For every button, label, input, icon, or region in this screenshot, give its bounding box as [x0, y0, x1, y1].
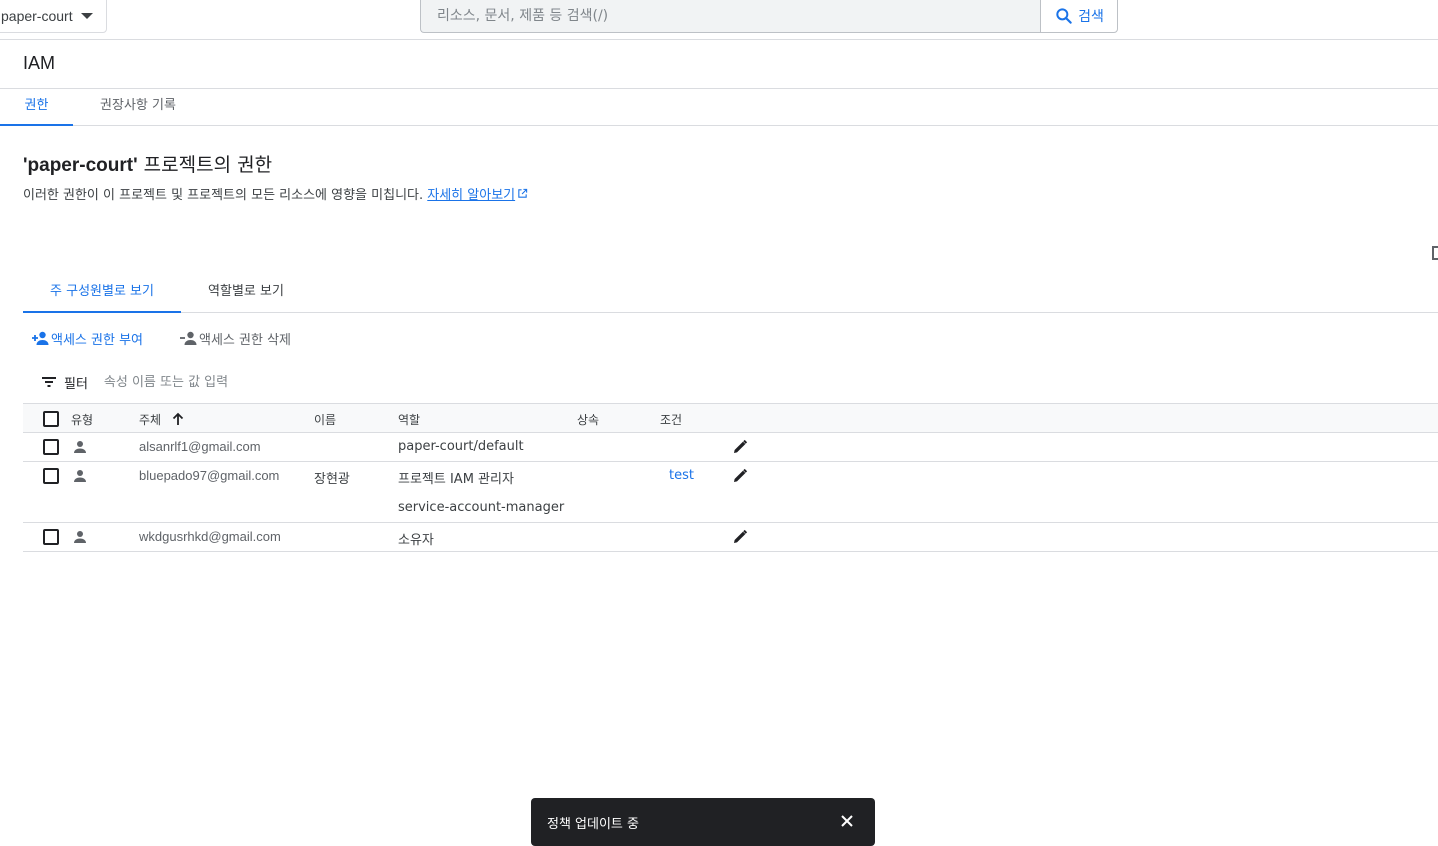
principal-email: bluepado97@gmail.com — [139, 468, 280, 483]
search-button-label: 검색 — [1078, 9, 1104, 25]
role: paper-court/default — [398, 439, 524, 454]
column-inheritance: 상속 — [577, 413, 600, 427]
column-role: 역할 — [398, 413, 421, 427]
snackbar: 정책 업데이트 중 — [531, 798, 875, 846]
page-title: IAM — [23, 53, 56, 73]
column-principal-label: 주체 — [139, 413, 162, 427]
search-box — [420, 0, 1041, 33]
column-principal[interactable]: 주체 — [139, 411, 185, 428]
grant-access-button[interactable]: 액세스 권한 부여 — [31, 326, 143, 350]
table-row: wkdgusrhkd@gmail.com 소유자 — [23, 523, 1438, 552]
row-checkbox[interactable] — [43, 439, 59, 455]
grant-access-label: 액세스 권한 부여 — [51, 332, 143, 348]
external-link-icon — [518, 188, 528, 198]
person-icon — [74, 531, 86, 543]
learn-more-label: 자세히 알아보기 — [427, 188, 516, 203]
tab-view-by-principal-label: 주 구성원별로 보기 — [50, 284, 154, 299]
principal-email: alsanrlf1@gmail.com — [139, 439, 261, 454]
section-title-suffix: 프로젝트의 권한 — [137, 154, 273, 176]
column-name: 이름 — [314, 413, 337, 427]
role: 프로젝트 IAM 관리자 — [398, 472, 514, 487]
main-tabs: 권한 권장사항 기록 — [0, 89, 1438, 126]
principal-name: 장현광 — [314, 472, 350, 487]
snackbar-message: 정책 업데이트 중 — [547, 816, 639, 832]
page-header: IAM — [0, 40, 1438, 89]
role: 소유자 — [398, 533, 434, 548]
caret-down-icon — [81, 13, 93, 19]
person-icon — [74, 470, 86, 482]
column-condition: 조건 — [660, 413, 683, 427]
filter-label: 필터 — [64, 376, 88, 392]
column-type: 유형 — [71, 413, 94, 427]
role: service-account-manager — [398, 500, 565, 515]
principal-email: wkdgusrhkd@gmail.com — [139, 529, 281, 544]
principals-table: 유형 주체 이름 역할 상속 조건 alsanrlf1@gmail.com pa… — [23, 403, 1438, 552]
description-text: 이러한 권한이 이 프로젝트 및 프로젝트의 모든 리소스에 영향을 미칩니다. — [23, 188, 428, 203]
edit-icon[interactable] — [732, 439, 748, 455]
filter-input[interactable] — [101, 373, 342, 391]
section-description: 이러한 권한이 이 프로젝트 및 프로젝트의 모든 리소스에 영향을 미칩니다.… — [23, 186, 538, 206]
panel-toggle-icon[interactable] — [1432, 246, 1438, 260]
section-title: 'paper-court' 프로젝트의 권한 — [23, 150, 272, 177]
remove-access-label: 액세스 권한 삭제 — [199, 332, 291, 348]
filter-icon — [42, 377, 56, 387]
project-name: paper-court — [1, 8, 73, 24]
remove-person-icon — [180, 331, 197, 345]
view-tabs: 주 구성원별로 보기 역할별로 보기 — [23, 274, 1438, 313]
select-all-checkbox[interactable] — [43, 411, 59, 427]
row-checkbox[interactable] — [43, 468, 59, 484]
top-bar: paper-court 검색 — [0, 0, 1438, 40]
table-row: bluepado97@gmail.com 장현광 프로젝트 IAM 관리자 se… — [23, 462, 1438, 523]
tab-recommendation-history[interactable]: 권장사항 기록 — [83, 89, 193, 125]
tab-view-by-principal[interactable]: 주 구성원별로 보기 — [23, 274, 181, 313]
project-selector[interactable]: paper-court — [0, 0, 107, 33]
table-header: 유형 주체 이름 역할 상속 조건 — [23, 403, 1438, 433]
table-row: alsanrlf1@gmail.com paper-court/default — [23, 433, 1438, 462]
search-input[interactable] — [421, 0, 1041, 32]
tab-permissions-label: 권한 — [24, 98, 49, 113]
edit-icon[interactable] — [732, 468, 748, 484]
tab-permissions[interactable]: 권한 — [0, 89, 73, 126]
tab-recommendation-history-label: 권장사항 기록 — [100, 98, 176, 113]
add-person-icon — [32, 331, 49, 345]
tab-view-by-role[interactable]: 역할별로 보기 — [191, 274, 301, 312]
person-icon — [74, 441, 86, 453]
row-checkbox[interactable] — [43, 529, 59, 545]
learn-more-link[interactable]: 자세히 알아보기 — [427, 188, 528, 203]
filter-bar: 필터 — [40, 370, 342, 394]
sort-ascending-icon — [172, 412, 184, 425]
search-button[interactable]: 검색 — [1040, 0, 1118, 33]
search-icon — [1056, 8, 1072, 24]
close-icon[interactable] — [839, 813, 855, 829]
remove-access-button[interactable]: 액세스 권한 삭제 — [179, 326, 291, 350]
project-id: 'paper-court' — [23, 155, 138, 176]
edit-icon[interactable] — [732, 529, 748, 545]
condition-link[interactable]: test — [669, 468, 694, 483]
tab-view-by-role-label: 역할별로 보기 — [208, 284, 284, 299]
